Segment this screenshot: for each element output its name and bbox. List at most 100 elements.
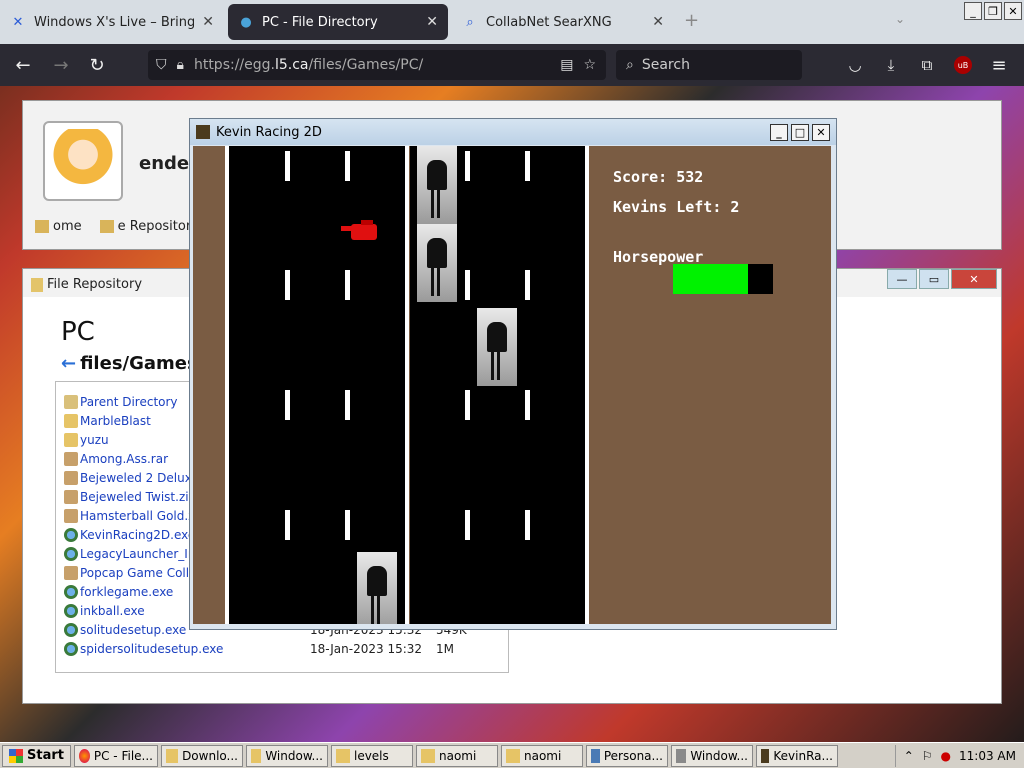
list-item[interactable]: Parent Directory bbox=[64, 392, 178, 411]
taskbar-item[interactable]: naomi bbox=[415, 744, 498, 767]
close-icon[interactable]: ✕ bbox=[1004, 2, 1022, 20]
horse-obstacle bbox=[417, 224, 457, 302]
globe-icon: ● bbox=[240, 14, 252, 30]
reload-icon[interactable]: ↻ bbox=[84, 52, 110, 78]
list-item[interactable]: MarbleBlast bbox=[64, 411, 151, 430]
browser-tab-strip: ✕ Windows X's Live – Bringing th ✕ ● PC … bbox=[0, 0, 1024, 44]
list-item[interactable]: Popcap Game Colle bbox=[64, 563, 196, 582]
folder-icon bbox=[99, 220, 114, 233]
folder-icon bbox=[165, 748, 179, 763]
ublock-icon[interactable]: uB bbox=[950, 52, 976, 78]
home-link[interactable]: ome bbox=[35, 219, 82, 234]
url-text: https://egg.l5.ca/files/Games/PC/ bbox=[193, 57, 424, 73]
repo-window-controls: — ▭ ✕ bbox=[887, 269, 997, 289]
lane-dash bbox=[345, 270, 350, 300]
tab-windows-x-live[interactable]: ✕ Windows X's Live – Bringing th ✕ bbox=[0, 4, 224, 40]
lane-dash bbox=[525, 270, 530, 300]
lane-dash bbox=[345, 151, 350, 181]
executable-icon bbox=[64, 584, 78, 599]
clock[interactable]: 11:03 AM bbox=[959, 749, 1016, 763]
taskbar: Start PC - File... Downlo... Window... l… bbox=[0, 742, 1024, 768]
list-item[interactable]: forklegame.exe bbox=[64, 582, 173, 601]
tab-pc-file-directory[interactable]: ● PC - File Directory ✕ bbox=[228, 4, 448, 40]
restore-icon[interactable]: ❐ bbox=[984, 2, 1002, 20]
list-item[interactable]: yuzu bbox=[64, 430, 109, 449]
executable-icon bbox=[64, 622, 78, 637]
list-item[interactable]: Bejeweled 2 Delux bbox=[64, 468, 192, 487]
profile-nav: ome e Repository bbox=[35, 219, 199, 234]
folder-icon bbox=[31, 277, 43, 292]
forward-icon[interactable]: → bbox=[48, 52, 74, 78]
taskbar-item[interactable]: Downlo... bbox=[160, 744, 243, 767]
bookmark-star-icon[interactable]: ☆ bbox=[583, 57, 596, 73]
folder-icon bbox=[420, 748, 435, 763]
new-tab-icon[interactable]: + bbox=[684, 10, 699, 31]
close-tab-icon[interactable]: ✕ bbox=[426, 14, 438, 30]
back-arrow-icon[interactable]: ← bbox=[61, 353, 76, 374]
maximize-icon[interactable]: □ bbox=[791, 124, 809, 141]
home-icon bbox=[35, 220, 49, 233]
url-bar[interactable]: ⛉ 🔒︎ https://egg.l5.ca/files/Games/PC/ ▤… bbox=[148, 50, 606, 80]
lane-dash bbox=[525, 510, 530, 540]
taskbar-item[interactable]: levels bbox=[330, 744, 413, 767]
taskbar-item[interactable]: Persona... bbox=[585, 744, 668, 767]
alert-icon[interactable]: ● bbox=[941, 749, 951, 763]
score-text: Score: 532 bbox=[613, 168, 704, 186]
executable-icon bbox=[64, 641, 78, 656]
window-icon bbox=[675, 748, 687, 763]
menu-icon[interactable]: ≡ bbox=[986, 52, 1012, 78]
lane-dash bbox=[465, 151, 470, 181]
lane-dash bbox=[465, 510, 470, 540]
x-icon: ✕ bbox=[12, 14, 24, 30]
taskbar-item[interactable]: Window... bbox=[245, 744, 328, 767]
start-button[interactable]: Start bbox=[2, 744, 71, 767]
back-icon[interactable]: ← bbox=[10, 52, 36, 78]
pocket-icon[interactable]: ◡ bbox=[842, 52, 868, 78]
game-window-controls: _ □ ✕ bbox=[770, 124, 830, 141]
list-item[interactable]: inkball.exe bbox=[64, 601, 145, 620]
game-window: Kevin Racing 2D _ □ ✕ Score: 532 Kevins … bbox=[189, 118, 837, 630]
player-car bbox=[341, 220, 377, 240]
tab-collabnet-searxng[interactable]: ⌕ CollabNet SearXNG ✕ bbox=[452, 4, 674, 40]
flag-icon[interactable]: ⚐ bbox=[922, 749, 933, 763]
close-tab-icon[interactable]: ✕ bbox=[202, 14, 214, 30]
file-repository-link[interactable]: e Repository bbox=[99, 219, 199, 234]
search-input[interactable]: ⌕ Search bbox=[616, 50, 802, 80]
list-item[interactable]: solitudesetup.exe18-Jan-2023 15:32549K bbox=[64, 620, 467, 639]
list-item[interactable]: Hamsterball Gold.z bbox=[64, 506, 195, 525]
maximize-icon[interactable]: ▭ bbox=[919, 269, 949, 289]
control-panel-icon bbox=[590, 748, 600, 763]
minimize-icon[interactable]: — bbox=[887, 269, 917, 289]
folder-icon bbox=[64, 432, 78, 447]
list-item[interactable]: Bejeweled Twist.zi bbox=[64, 487, 189, 506]
lane-dash bbox=[465, 390, 470, 420]
close-icon[interactable]: ✕ bbox=[951, 269, 997, 289]
game-app-icon bbox=[196, 125, 210, 139]
search-placeholder: Search bbox=[641, 57, 690, 73]
minimize-icon[interactable]: _ bbox=[770, 124, 788, 141]
list-item[interactable]: LegacyLauncher_In bbox=[64, 544, 195, 563]
game-canvas[interactable]: Score: 532 Kevins Left: 2 Horsepower bbox=[193, 146, 831, 624]
parent-folder-icon bbox=[64, 394, 78, 409]
taskbar-item[interactable]: Window... bbox=[670, 744, 753, 767]
firefox-icon bbox=[78, 748, 90, 763]
list-item[interactable]: Among.Ass.rar bbox=[64, 449, 168, 468]
horse-obstacle bbox=[357, 552, 397, 624]
close-icon[interactable]: ✕ bbox=[812, 124, 830, 141]
horse-obstacle bbox=[477, 308, 517, 386]
chevron-up-icon[interactable]: ⌃ bbox=[904, 749, 914, 763]
reader-view-icon[interactable]: ▤ bbox=[560, 57, 573, 73]
taskbar-item[interactable]: PC - File... bbox=[73, 744, 158, 767]
extensions-icon[interactable]: ⧉ bbox=[914, 52, 940, 78]
chevron-down-icon[interactable]: ⌄ bbox=[895, 12, 905, 26]
lane-dash bbox=[285, 390, 290, 420]
taskbar-item[interactable]: KevinRa... bbox=[755, 744, 838, 767]
close-tab-icon[interactable]: ✕ bbox=[652, 14, 664, 30]
list-item[interactable]: spidersolitudesetup.exe 18-Jan-2023 15:32… bbox=[64, 639, 454, 658]
taskbar-item[interactable]: naomi bbox=[500, 744, 583, 767]
search-icon: ⌕ bbox=[466, 14, 474, 30]
minimize-icon[interactable]: _ bbox=[964, 2, 982, 20]
executable-icon bbox=[64, 546, 78, 561]
list-item[interactable]: KevinRacing2D.exe bbox=[64, 525, 195, 544]
download-icon[interactable]: ⤓ bbox=[878, 52, 904, 78]
